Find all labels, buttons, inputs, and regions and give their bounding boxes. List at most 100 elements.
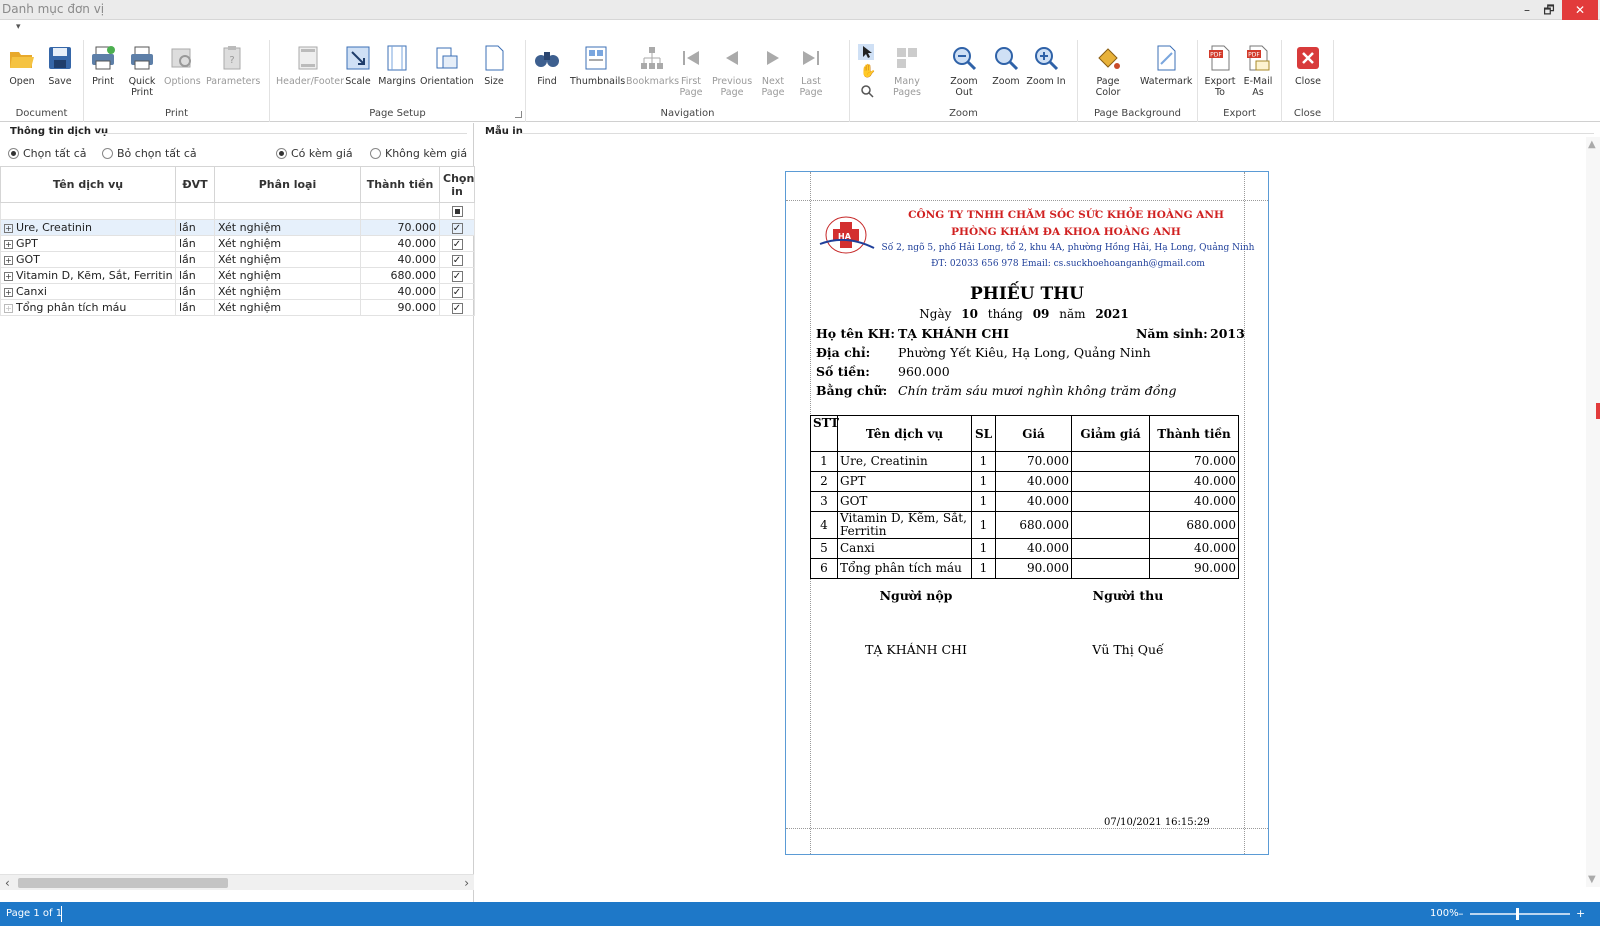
col-header-category[interactable]: Phân loại: [214, 166, 361, 203]
print-checkbox[interactable]: ✓: [451, 302, 463, 314]
close-preview-button[interactable]: Close: [1290, 44, 1326, 87]
restore-button[interactable]: 🗗: [1536, 0, 1562, 20]
margins-icon: [387, 45, 407, 71]
find-label: Find: [537, 76, 557, 87]
expand-icon[interactable]: +: [4, 255, 13, 265]
hand-tool-icon[interactable]: ✋: [860, 64, 876, 79]
expand-icon[interactable]: +: [4, 223, 13, 233]
cell-unit: lần: [175, 299, 215, 316]
scroll-down-arrow[interactable]: ▼: [1588, 874, 1596, 885]
receipt-title: PHIẾU THU: [969, 284, 1085, 304]
email-as-button[interactable]: PDF E-Mail As: [1240, 44, 1276, 98]
scrollbar-thumb[interactable]: [18, 878, 228, 888]
group-label-export: Export: [1223, 108, 1256, 119]
scroll-right-arrow[interactable]: ›: [464, 875, 469, 891]
watermark-button[interactable]: Watermark: [1140, 44, 1192, 87]
thumbnails-button[interactable]: Thumbnails: [570, 44, 625, 87]
pointer-tool-icon[interactable]: [858, 44, 874, 60]
next-page-button[interactable]: Next Page: [758, 44, 788, 98]
zoom-out-button[interactable]: Zoom Out: [942, 44, 986, 98]
zoom-icon: [995, 47, 1019, 71]
col-header-name[interactable]: Tên dịch vụ: [0, 166, 176, 203]
grid-horizontal-scrollbar[interactable]: ‹ ›: [0, 874, 474, 890]
print-checkbox[interactable]: ✓: [451, 254, 463, 266]
status-separator: [61, 906, 62, 922]
print-button[interactable]: Print: [88, 44, 118, 87]
filter-print[interactable]: [439, 202, 475, 220]
col-header-amount[interactable]: Thành tiền: [360, 166, 440, 203]
quick-access-dropdown[interactable]: ▾: [16, 22, 21, 32]
radio-select-all-label: Chọn tất cả: [23, 147, 87, 160]
table-row[interactable]: + GPT lần Xét nghiệm 40.000 ✓: [0, 235, 475, 252]
title-bar: Danh mục đơn vị – 🗗 ✕: [0, 0, 1600, 20]
select-all-checkbox[interactable]: [451, 206, 463, 217]
col-header-print[interactable]: Chọn in: [439, 166, 475, 203]
last-page-button[interactable]: Last Page: [796, 44, 826, 98]
radio-with-price[interactable]: Có kèm giá: [276, 147, 353, 160]
table-row[interactable]: + Tổng phân tích máu lần Xét nghiệm 90.00…: [0, 299, 475, 316]
filter-name[interactable]: [0, 202, 176, 220]
zoom-in-button[interactable]: Zoom In: [1026, 44, 1066, 87]
receipt-stt: 3: [810, 491, 838, 512]
table-row[interactable]: + GOT lần Xét nghiệm 40.000 ✓: [0, 251, 475, 268]
print-checkbox[interactable]: ✓: [451, 270, 463, 282]
zoom-slider-knob[interactable]: [1516, 908, 1519, 920]
scroll-up-arrow[interactable]: ▲: [1588, 139, 1596, 150]
expand-icon[interactable]: +: [4, 239, 13, 249]
export-to-button[interactable]: PDF Export To: [1202, 44, 1238, 98]
edge-marker: [1596, 403, 1600, 419]
table-row[interactable]: + Canxi lần Xét nghiệm 40.000 ✓: [0, 283, 475, 300]
find-button[interactable]: Find: [532, 44, 562, 87]
print-checkbox[interactable]: ✓: [451, 238, 463, 250]
print-checkbox[interactable]: ✓: [451, 222, 463, 234]
first-page-button[interactable]: First Page: [676, 44, 706, 98]
header-footer-button[interactable]: Header/Footer: [276, 44, 344, 87]
scale-button[interactable]: Scale: [342, 44, 374, 87]
close-window-button[interactable]: ✕: [1562, 0, 1598, 20]
receipt-discount: [1071, 538, 1150, 559]
open-button[interactable]: Open: [6, 44, 38, 87]
table-row[interactable]: + Vitamin D, Kẽm, Sắt, Ferritin lần Xét n…: [0, 267, 475, 284]
radio-without-price[interactable]: Không kèm giá: [370, 147, 467, 160]
filter-unit[interactable]: [175, 202, 215, 220]
expand-icon[interactable]: +: [4, 303, 13, 313]
receipt-header-row: STT Tên dịch vụ SL Giá Giảm giá Thành ti…: [810, 415, 1239, 452]
save-button[interactable]: Save: [44, 44, 76, 87]
zoom-slider[interactable]: [1470, 908, 1570, 920]
receipt-total: 40.000: [1149, 538, 1239, 559]
options-button[interactable]: Options: [164, 44, 201, 87]
page-color-label: Page Color: [1095, 76, 1121, 98]
col-header-unit[interactable]: ĐVT: [175, 166, 215, 203]
filter-amount[interactable]: [360, 202, 440, 220]
previous-page-button[interactable]: Previous Page: [712, 44, 752, 98]
orientation-button[interactable]: Orientation: [420, 44, 474, 87]
filter-category[interactable]: [214, 202, 361, 220]
page-color-button[interactable]: Page Color: [1084, 44, 1132, 98]
expand-icon[interactable]: +: [4, 287, 13, 297]
many-pages-button[interactable]: Many Pages: [880, 44, 934, 98]
expand-icon[interactable]: +: [4, 271, 13, 281]
page-size-icon: [485, 45, 504, 71]
quick-print-button[interactable]: Quick Print: [126, 44, 158, 98]
radio-select-all[interactable]: Chọn tất cả: [8, 147, 87, 160]
size-button[interactable]: Size: [478, 44, 510, 87]
cell-name: + GPT: [0, 235, 176, 252]
bookmarks-button[interactable]: Bookmarks: [626, 44, 679, 87]
parameters-button[interactable]: ? Parameters: [206, 44, 260, 87]
scroll-left-arrow[interactable]: ‹: [5, 875, 10, 891]
zoom-button[interactable]: Zoom: [990, 44, 1022, 87]
preview-vertical-scrollbar[interactable]: ▲ ▼: [1586, 137, 1600, 887]
print-checkbox[interactable]: ✓: [451, 286, 463, 298]
company-name: CÔNG TY TNHH CHĂM SÓC SỨC KHỎE HOÀNG ANH: [908, 209, 1224, 221]
margins-button[interactable]: Margins: [378, 44, 416, 87]
cell-category: Xét nghiệm: [214, 251, 361, 268]
zoom-minus-button[interactable]: –: [1458, 907, 1464, 920]
table-row[interactable]: + Ure, Creatinin lần Xét nghiệm 70.000 ✓: [0, 219, 475, 236]
logo-text: HA: [838, 232, 851, 241]
radio-deselect-all[interactable]: Bỏ chọn tất cả: [102, 147, 197, 160]
magnifier-tool-icon[interactable]: [860, 84, 874, 98]
receipt-stt: 6: [810, 558, 838, 579]
receipt-price: 680.000: [995, 511, 1072, 539]
close-red-icon: [1297, 47, 1319, 69]
zoom-plus-button[interactable]: +: [1576, 907, 1585, 920]
